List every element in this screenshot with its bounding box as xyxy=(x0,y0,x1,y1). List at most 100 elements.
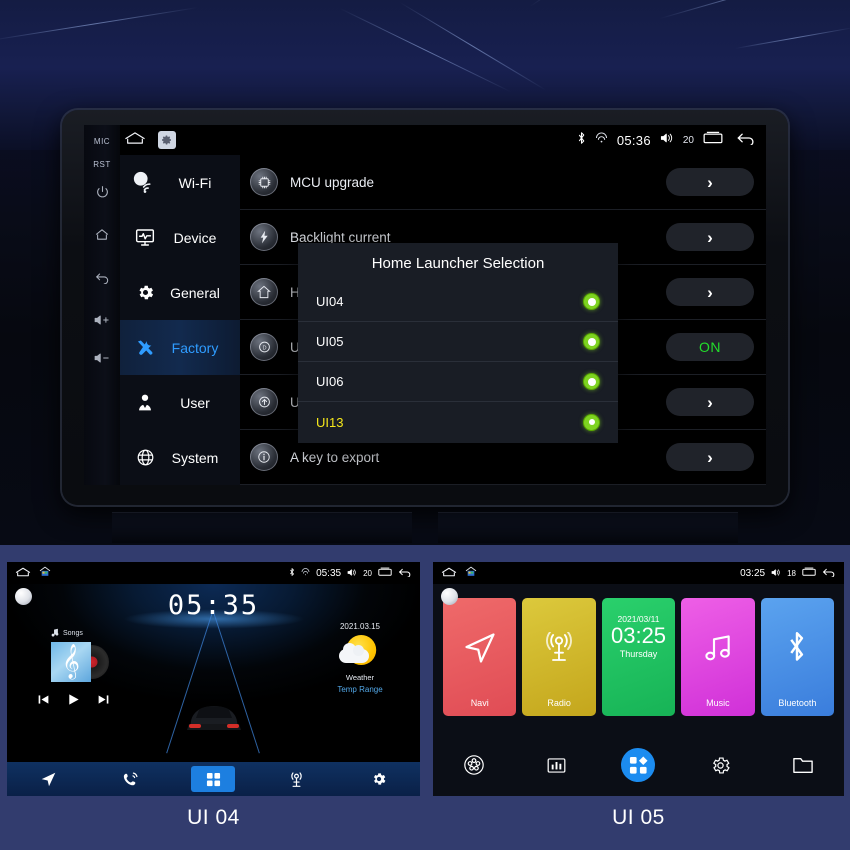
recents-icon[interactable] xyxy=(703,131,723,150)
settings-row-label: MCU upgrade xyxy=(290,174,375,190)
navigation-arrow-icon xyxy=(443,598,516,698)
radio-button-selected[interactable] xyxy=(583,413,600,431)
home-icon[interactable] xyxy=(441,564,457,582)
tile-label: Bluetooth xyxy=(778,698,817,708)
back-icon[interactable] xyxy=(95,271,110,284)
android-screen: 05:36 20 Wi-Fi Device General Factory Us… xyxy=(120,125,766,485)
power-icon[interactable] xyxy=(96,185,109,198)
dialog-option-ui06[interactable]: UI06 xyxy=(298,362,618,402)
music-widget: Songs 𝄞 xyxy=(37,628,147,712)
weather-temp-range: Temp Range xyxy=(337,685,383,694)
settings-row-action[interactable]: › xyxy=(666,223,754,251)
dock-video-button[interactable] xyxy=(457,748,491,782)
sun-cloud-icon xyxy=(314,635,406,669)
recents-icon[interactable] xyxy=(378,567,392,579)
bluetooth-icon xyxy=(577,131,586,150)
ui05-home: Navi Radio 2021/03/11 03:25 Thursday Mus… xyxy=(433,584,844,796)
status-bar: 05:35 20 xyxy=(7,562,420,584)
tile-music[interactable]: Music xyxy=(681,598,755,716)
dock-navigation-button[interactable] xyxy=(26,766,70,792)
recents-icon[interactable] xyxy=(802,567,816,579)
tile-label: Radio xyxy=(547,698,571,708)
radio-tower-icon xyxy=(522,598,595,698)
play-icon[interactable] xyxy=(66,692,81,712)
radio-button[interactable] xyxy=(583,373,600,390)
dialog-option-label: UI05 xyxy=(316,334,344,349)
dock-equalizer-button[interactable] xyxy=(539,748,573,782)
chevron-right-icon: › xyxy=(707,282,713,302)
dock-files-button[interactable] xyxy=(786,748,820,782)
bluetooth-icon xyxy=(761,598,834,698)
chevron-right-icon: › xyxy=(707,392,713,412)
music-note-icon xyxy=(681,598,754,698)
dialog-title: Home Launcher Selection xyxy=(371,255,545,272)
settings-row-action[interactable]: › xyxy=(666,388,754,416)
settings-row-toggle[interactable]: ON xyxy=(666,333,754,361)
back-icon[interactable] xyxy=(398,567,412,579)
dock-apps-button[interactable] xyxy=(191,766,236,792)
ui04-dock xyxy=(7,762,420,796)
volume-knob[interactable] xyxy=(441,588,458,605)
settings-row-action[interactable]: › xyxy=(666,168,754,196)
tile-time: 03:25 xyxy=(610,623,667,648)
sidebar-item-label: Factory xyxy=(171,339,219,356)
settings-row[interactable]: MCU upgrade › xyxy=(240,155,766,210)
weather-widget[interactable]: 2021.03.15 Weather Temp Range xyxy=(314,622,406,694)
volume-up-icon[interactable] xyxy=(94,314,111,326)
music-controls xyxy=(37,692,147,712)
back-icon[interactable] xyxy=(736,131,756,150)
volume-knob[interactable] xyxy=(15,588,32,605)
tile-bluetooth[interactable]: Bluetooth xyxy=(760,598,835,716)
sidebar-item-user[interactable]: User xyxy=(120,375,240,430)
settings-row-action[interactable]: › xyxy=(666,278,754,306)
radio-button[interactable] xyxy=(583,293,600,310)
settings-row-label: A key to export xyxy=(290,449,380,465)
dock-phone-button[interactable] xyxy=(109,766,153,792)
home-icon[interactable] xyxy=(15,564,31,582)
dock-apps-button[interactable] xyxy=(621,748,656,782)
app-tiles: Navi Radio 2021/03/11 03:25 Thursday Mus… xyxy=(433,584,844,716)
sidebar-item-system[interactable]: System xyxy=(120,430,240,485)
tools-icon xyxy=(130,338,160,358)
dialog-option-label: UI13 xyxy=(316,414,344,430)
apps-house-icon[interactable] xyxy=(39,564,51,582)
dock-radio-button[interactable] xyxy=(274,766,318,792)
caption-ui05: UI 05 xyxy=(612,806,665,829)
mcu-chip-icon xyxy=(250,168,278,196)
dialog-option-ui05[interactable]: UI05 xyxy=(298,322,618,362)
back-icon[interactable] xyxy=(822,567,836,579)
home-icon[interactable] xyxy=(124,131,146,150)
settings-row-action[interactable]: › xyxy=(666,443,754,471)
apps-house-icon[interactable] xyxy=(465,564,477,582)
status-time: 05:35 xyxy=(316,567,342,579)
sidebar-item-device[interactable]: Device xyxy=(120,210,240,265)
tile-navi[interactable]: Navi xyxy=(443,598,517,716)
dialog-option-label: UI06 xyxy=(316,374,344,389)
sidebar-item-label: User xyxy=(180,394,210,411)
dock-settings-button[interactable] xyxy=(704,748,738,782)
settings-sidebar: Wi-Fi Device General Factory User System xyxy=(120,155,240,485)
previous-track-icon[interactable] xyxy=(37,693,50,711)
dialog-option-ui04[interactable]: UI04 xyxy=(298,282,618,322)
globe-icon xyxy=(130,448,160,467)
gear-icon xyxy=(130,283,160,302)
mic-label: MIC xyxy=(93,137,111,146)
gear-icon[interactable] xyxy=(158,131,176,149)
reset-label: RST xyxy=(93,160,111,169)
tile-weekday: Thursday xyxy=(619,649,658,659)
dock-settings-button[interactable] xyxy=(357,766,401,792)
next-track-icon[interactable] xyxy=(97,693,110,711)
home-clock: 05:35 xyxy=(167,590,260,621)
chevron-right-icon: › xyxy=(707,227,713,247)
tile-radio[interactable]: Radio xyxy=(522,598,596,716)
dialog-option-ui13[interactable]: UI13 xyxy=(298,402,618,442)
sidebar-item-factory[interactable]: Factory xyxy=(120,320,240,375)
dialog-option-label: UI04 xyxy=(316,294,344,309)
tile-clock[interactable]: 2021/03/11 03:25 Thursday xyxy=(601,598,676,716)
sidebar-item-wifi[interactable]: Wi-Fi xyxy=(120,155,240,210)
radio-button[interactable] xyxy=(583,333,600,350)
home-icon[interactable] xyxy=(95,228,109,241)
album-art: 𝄞 xyxy=(51,642,109,684)
volume-down-icon[interactable] xyxy=(94,352,111,364)
sidebar-item-general[interactable]: General xyxy=(120,265,240,320)
